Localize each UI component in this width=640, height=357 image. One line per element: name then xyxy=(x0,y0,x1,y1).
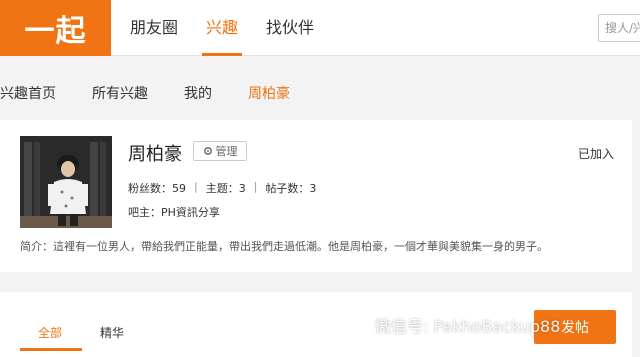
posts-panel: 全部 精华 发帖 xyxy=(0,292,632,357)
owner-info: 吧主：PH資訊分享 xyxy=(128,206,220,219)
intro-text: 简介：這裡有一位男人，帶給我們正能量，帶出我們走過低潮。他是周柏豪，一個才華與美… xyxy=(20,240,548,253)
stats-row: 粉丝数：59 | 主题：3 | 帖子数：3 xyxy=(128,180,316,196)
stats-divider: | xyxy=(253,180,258,193)
interest-name: 周柏豪 xyxy=(128,144,182,165)
subnav-item-mine[interactable]: 我的 xyxy=(184,76,212,112)
manage-label: 管理 xyxy=(215,145,238,158)
top-bar: 一起 朋友圈 兴趣 找伙伴 搜人/兴 xyxy=(0,0,640,56)
app-logo[interactable]: 一起 xyxy=(0,0,111,56)
logo-text: 一起 xyxy=(24,14,87,49)
interest-profile-card: 周柏豪 管理 已加入 粉丝数：59 | 主题：3 | 帖子数：3 吧主：PH資訊… xyxy=(0,120,632,272)
breadcrumb: 兴趣首页 所有兴趣 我的 周柏豪 xyxy=(0,76,326,112)
tab-interests[interactable]: 兴趣 xyxy=(202,0,243,56)
posts-count: 帖子数：3 xyxy=(265,182,317,195)
fans-count: 粉丝数：59 xyxy=(128,182,186,195)
avatar-photo-icon xyxy=(20,136,112,228)
stats-divider: | xyxy=(194,180,198,193)
tab-friends[interactable]: 朋友圈 xyxy=(130,0,178,56)
gear-icon xyxy=(203,146,212,156)
tab-all-posts[interactable]: 全部 xyxy=(38,324,62,341)
joined-status-button[interactable]: 已加入 xyxy=(578,145,614,162)
search-input[interactable]: 搜人/兴 xyxy=(598,14,640,42)
main-nav: 朋友圈 兴趣 找伙伴 xyxy=(130,0,342,56)
tab-featured-posts[interactable]: 精华 xyxy=(100,324,124,341)
manage-button[interactable]: 管理 xyxy=(193,141,247,161)
subnav-item-current[interactable]: 周柏豪 xyxy=(248,76,290,112)
subnav-item-all[interactable]: 所有兴趣 xyxy=(92,76,148,112)
avatar xyxy=(20,136,112,228)
tab-find-partners[interactable]: 找伙伴 xyxy=(266,0,314,56)
active-tab-indicator xyxy=(20,348,82,351)
topics-count: 主题：3 xyxy=(205,182,246,195)
subnav-item-home[interactable]: 兴趣首页 xyxy=(0,76,56,112)
new-post-button[interactable]: 发帖 xyxy=(534,310,616,344)
